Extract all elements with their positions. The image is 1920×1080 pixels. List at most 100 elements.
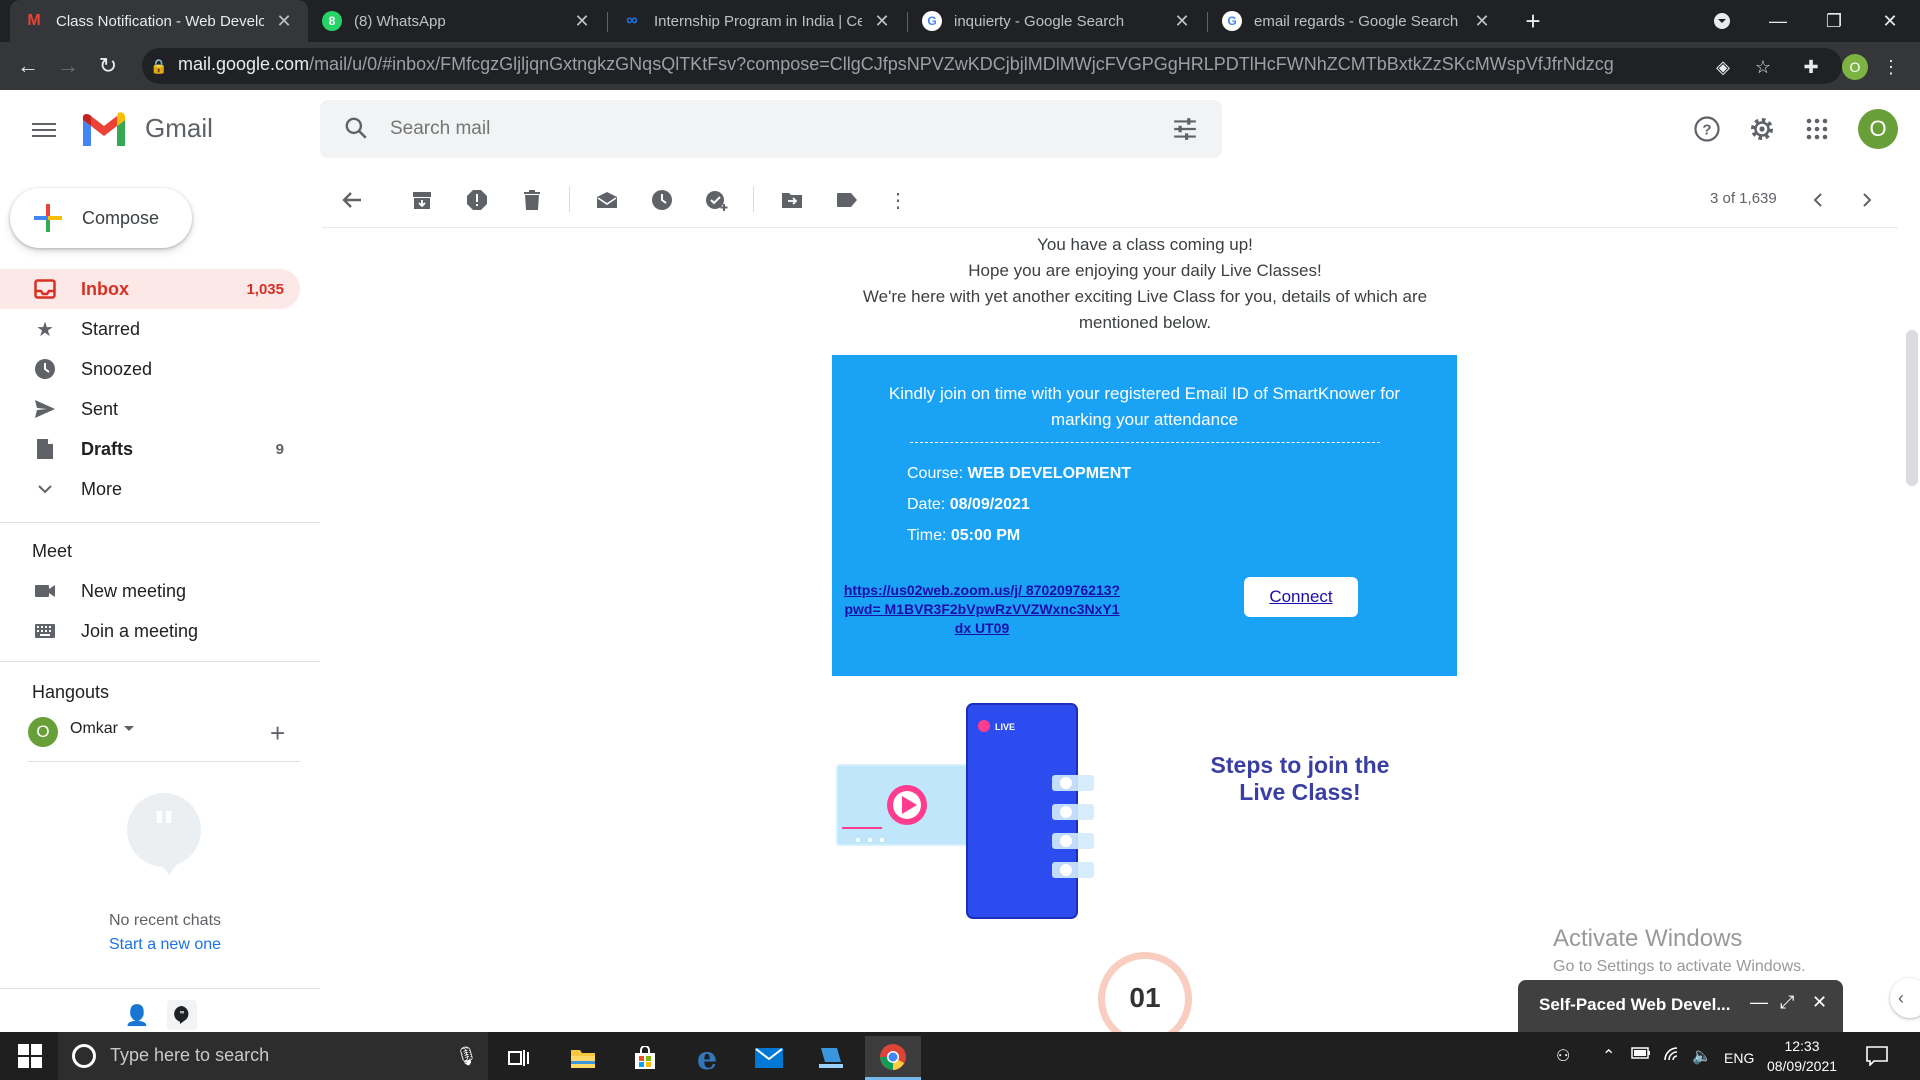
close-icon[interactable]: ✕	[1812, 992, 1827, 1013]
google-apps-icon[interactable]	[1802, 114, 1832, 144]
nav-drafts[interactable]: Drafts 9	[0, 429, 300, 469]
windows-start-icon[interactable]	[18, 1044, 42, 1068]
account-avatar[interactable]: O	[1858, 109, 1898, 149]
older-chevron-icon[interactable]	[1853, 186, 1881, 214]
volume-icon[interactable]: 🔈	[1692, 1046, 1712, 1066]
delete-icon[interactable]	[518, 186, 546, 214]
compose-button[interactable]: Compose	[10, 188, 192, 248]
hangouts-user-name[interactable]: Omkar	[70, 720, 118, 738]
search-options-icon[interactable]	[1172, 117, 1198, 141]
microsoft-store-icon[interactable]	[617, 1036, 673, 1080]
label-tag-icon[interactable]	[833, 186, 861, 214]
reload-icon[interactable]: ↻	[92, 50, 124, 82]
main-menu-icon[interactable]	[30, 116, 58, 144]
tab-internship[interactable]: ∞ Internship Program in India | Cer ✕	[608, 0, 906, 42]
lock-icon[interactable]: 🔒	[150, 58, 167, 75]
gmail-logo-icon[interactable]	[80, 110, 128, 146]
more-options-icon[interactable]: ⋮	[884, 186, 912, 214]
close-tab-icon[interactable]: ✕	[872, 11, 892, 32]
new-tab-button[interactable]: +	[1518, 6, 1548, 36]
tab-title: Class Notification - Web Develop	[56, 12, 264, 30]
meta-icon: ∞	[626, 12, 638, 29]
tab-inquierty-search[interactable]: G inquierty - Google Search ✕	[908, 0, 1206, 42]
wifi-icon[interactable]	[1663, 1046, 1683, 1067]
task-view-icon[interactable]	[491, 1036, 547, 1080]
battery-icon[interactable]	[1631, 1046, 1651, 1064]
tab-search-icon[interactable]	[1694, 0, 1750, 42]
chat-bubble-icon: "	[127, 793, 201, 875]
action-center-icon[interactable]	[1866, 1046, 1888, 1071]
tab-title: (8) WhatsApp	[354, 12, 446, 30]
report-spam-icon[interactable]	[463, 186, 491, 214]
contacts-person-icon[interactable]: 👤	[122, 1000, 152, 1030]
start-new-chat-link[interactable]: Start a new one	[0, 936, 330, 954]
join-meeting-button[interactable]: Join a meeting	[0, 611, 300, 651]
course-row: Course: WEB DEVELOPMENT	[907, 465, 1131, 483]
close-tab-icon[interactable]: ✕	[274, 11, 294, 32]
minimize-icon[interactable]: —	[1750, 0, 1806, 42]
back-to-inbox-icon[interactable]	[338, 186, 366, 214]
search-icon[interactable]	[343, 115, 369, 141]
input-language[interactable]: ENG	[1724, 1050, 1754, 1066]
nav-inbox[interactable]: Inbox 1,035	[0, 269, 300, 309]
nav-snoozed[interactable]: Snoozed	[0, 349, 300, 389]
star-icon: ★	[36, 318, 54, 341]
chat-window-title: Self-Paced Web Devel...	[1539, 995, 1731, 1014]
add-to-tasks-icon[interactable]	[703, 186, 731, 214]
status-dropdown-icon[interactable]	[124, 726, 134, 736]
pinned-app-icon[interactable]	[803, 1036, 859, 1080]
taskbar-clock[interactable]: 12:33 08/09/2021	[1762, 1036, 1842, 1076]
bookmark-star-icon[interactable]: ☆	[1752, 56, 1774, 78]
minimized-chat-window[interactable]: Self-Paced Web Devel... — ⤢ ✕	[1518, 980, 1843, 1032]
people-icon[interactable]: ⚇	[1556, 1046, 1570, 1066]
edge-browser-icon[interactable]: e	[679, 1036, 735, 1080]
email-scrollbar[interactable]	[1906, 330, 1918, 486]
minimize-icon[interactable]: —	[1750, 992, 1768, 1013]
restore-icon[interactable]: ❐	[1806, 0, 1862, 42]
nav-more[interactable]: More	[0, 469, 300, 509]
nav-sent[interactable]: Sent	[0, 389, 300, 429]
forward-icon[interactable]: →	[52, 50, 84, 82]
nav-label: Starred	[81, 318, 141, 339]
microphone-icon[interactable]: 🎙	[455, 1046, 478, 1067]
archive-icon[interactable]	[408, 186, 436, 214]
expand-icon[interactable]: ⤢	[1780, 992, 1794, 1013]
chrome-taskbar-icon[interactable]	[865, 1036, 921, 1080]
file-explorer-icon[interactable]	[555, 1036, 611, 1080]
new-conversation-icon[interactable]: +	[270, 718, 285, 749]
settings-gear-icon[interactable]	[1747, 114, 1777, 144]
close-tab-icon[interactable]: ✕	[1172, 11, 1192, 32]
search-input[interactable]	[390, 118, 1090, 140]
course-label: Course:	[907, 465, 968, 482]
hangouts-avatar[interactable]: O	[28, 717, 58, 747]
time-row: Time: 05:00 PM	[907, 527, 1020, 545]
close-tab-icon[interactable]: ✕	[1472, 11, 1492, 32]
side-panel-toggle-icon[interactable]: ‹	[1890, 978, 1920, 1018]
extensions-puzzle-icon[interactable]: ✚	[1800, 56, 1822, 78]
tab-class-notification[interactable]: M Class Notification - Web Develop ✕	[10, 0, 308, 42]
browser-menu-icon[interactable]: ⋮	[1880, 56, 1902, 78]
zoom-meeting-link[interactable]: https://us02web.zoom.us/j/ 87020976213?p…	[842, 581, 1122, 638]
new-meeting-button[interactable]: New meeting	[0, 571, 300, 611]
tab-whatsapp[interactable]: 8 (8) WhatsApp ✕	[308, 0, 606, 42]
url-text[interactable]: mail.google.com/mail/u/0/#inbox/FMfcgzGl…	[178, 54, 1678, 75]
connect-button[interactable]: Connect	[1244, 577, 1358, 617]
new-meeting-label: New meeting	[81, 580, 187, 601]
newer-chevron-icon[interactable]	[1804, 186, 1832, 214]
mark-unread-icon[interactable]	[593, 186, 621, 214]
close-window-icon[interactable]: ✕	[1862, 0, 1918, 42]
hangouts-quote-icon[interactable]: "	[167, 1000, 197, 1030]
show-hidden-icons-chevron[interactable]: ⌃	[1602, 1046, 1615, 1066]
extension-eye-icon[interactable]: ◈	[1712, 56, 1734, 78]
nav-starred[interactable]: ★ Starred	[0, 309, 300, 349]
move-to-icon[interactable]	[778, 186, 806, 214]
snooze-clock-icon[interactable]	[648, 186, 676, 214]
live-badge: LIVE	[995, 722, 1015, 732]
back-icon[interactable]: ←	[12, 50, 44, 82]
activate-windows-title: Activate Windows	[1553, 925, 1743, 952]
help-icon[interactable]: ?	[1692, 114, 1722, 144]
mail-app-icon[interactable]	[741, 1036, 797, 1080]
tab-email-regards-search[interactable]: G email regards - Google Search ✕	[1208, 0, 1506, 42]
browser-profile-avatar[interactable]: O	[1842, 54, 1868, 80]
close-tab-icon[interactable]: ✕	[572, 11, 592, 32]
